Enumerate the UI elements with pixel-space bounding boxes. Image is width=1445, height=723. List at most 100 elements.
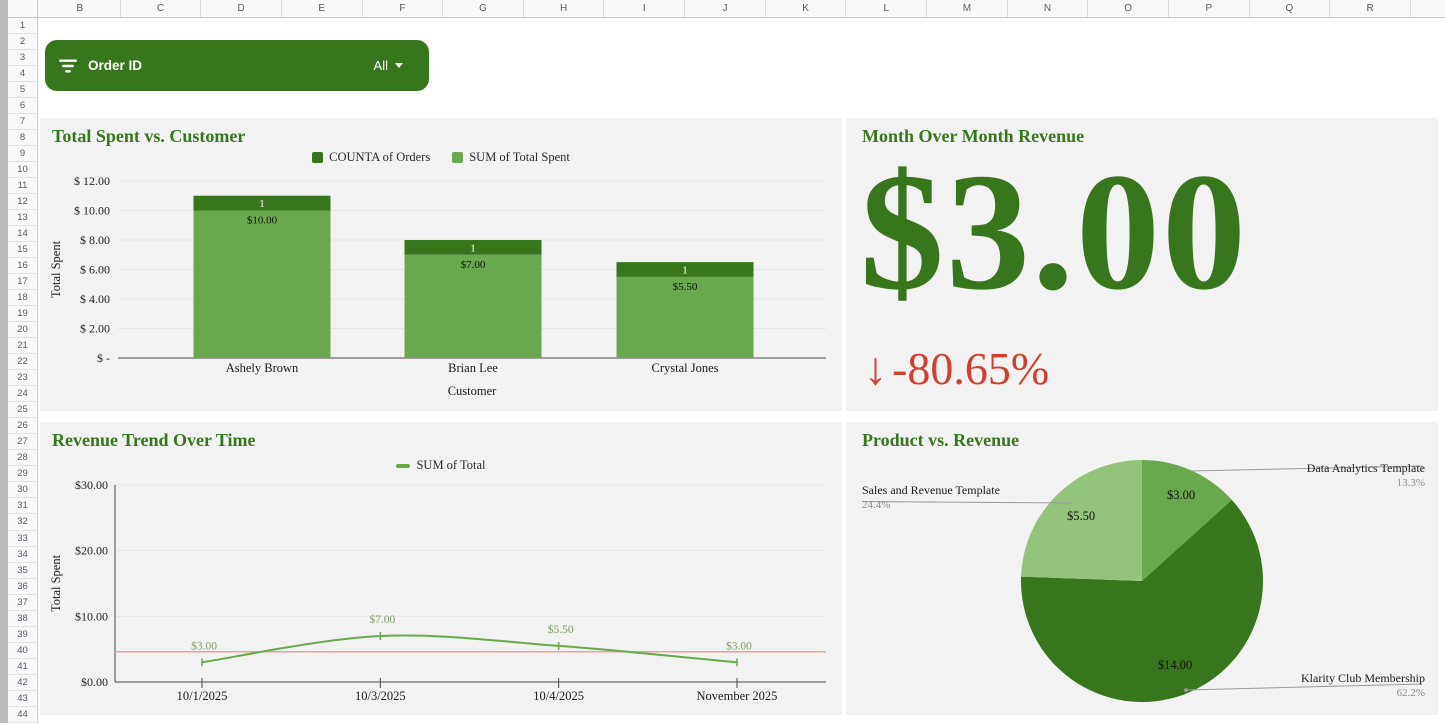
line-chart-panel[interactable]: Revenue Trend Over Time SUM of Total $30… xyxy=(40,422,842,715)
column-header-C[interactable]: C xyxy=(121,0,202,17)
row-header-40[interactable]: 40 xyxy=(8,643,37,659)
row-header-4[interactable]: 4 xyxy=(8,66,37,82)
x-tick-label: 10/3/2025 xyxy=(355,689,406,703)
pie-label-data-analytics: Data Analytics Template 13.3% xyxy=(1307,461,1425,489)
row-header-11[interactable]: 11 xyxy=(8,178,37,194)
row-header-42[interactable]: 42 xyxy=(8,675,37,691)
order-id-filter-slicer[interactable]: Order ID All xyxy=(45,40,429,91)
legend-item: COUNTA of Orders xyxy=(312,150,430,165)
pie-value-label: $5.50 xyxy=(1067,509,1095,524)
column-header-O[interactable]: O xyxy=(1088,0,1169,17)
column-header-K[interactable]: K xyxy=(766,0,847,17)
row-header-27[interactable]: 27 xyxy=(8,434,37,450)
row-header-28[interactable]: 28 xyxy=(8,450,37,466)
row-header-29[interactable]: 29 xyxy=(8,466,37,482)
y-tick-label: $ - xyxy=(97,351,110,365)
row-header-38[interactable]: 38 xyxy=(8,611,37,627)
row-header-32[interactable]: 32 xyxy=(8,514,37,530)
row-header-30[interactable]: 30 xyxy=(8,482,37,498)
legend-swatch xyxy=(396,464,410,468)
pie-chart-panel[interactable]: Product vs. Revenue Data Analytics Templ… xyxy=(846,422,1438,715)
column-header-B[interactable]: B xyxy=(40,0,121,17)
row-header-3[interactable]: 3 xyxy=(8,50,37,66)
row-header-25[interactable]: 25 xyxy=(8,402,37,418)
column-header-F[interactable]: F xyxy=(363,0,444,17)
column-header-D[interactable]: D xyxy=(201,0,282,17)
column-headers: BCDEFGHIJKLMNOPQR xyxy=(38,0,1445,18)
row-header-18[interactable]: 18 xyxy=(8,290,37,306)
row-header-2[interactable]: 2 xyxy=(8,34,37,50)
row-header-5[interactable]: 5 xyxy=(8,82,37,98)
row-header-19[interactable]: 19 xyxy=(8,306,37,322)
column-header-N[interactable]: N xyxy=(1008,0,1089,17)
row-header-31[interactable]: 31 xyxy=(8,498,37,514)
row-header-10[interactable]: 10 xyxy=(8,162,37,178)
select-all-corner[interactable] xyxy=(8,0,38,18)
y-axis-title: Total Spent xyxy=(49,240,63,298)
column-header-Q[interactable]: Q xyxy=(1250,0,1331,17)
legend-swatch xyxy=(312,152,323,163)
point-label: $7.00 xyxy=(369,613,395,626)
column-header-P[interactable]: P xyxy=(1169,0,1250,17)
bar-sum-label: $10.00 xyxy=(247,215,278,227)
column-header-E[interactable]: E xyxy=(282,0,363,17)
filter-value-dropdown[interactable]: All xyxy=(374,58,403,73)
row-header-34[interactable]: 34 xyxy=(8,547,37,563)
x-tick-label: 10/1/2025 xyxy=(177,689,228,703)
point-label: $3.00 xyxy=(191,639,217,652)
row-header-39[interactable]: 39 xyxy=(8,627,37,643)
row-header-6[interactable]: 6 xyxy=(8,98,37,114)
pie-value-label: $3.00 xyxy=(1167,488,1195,503)
scorecard-title: Month Over Month Revenue xyxy=(862,126,1084,147)
scorecard-panel[interactable]: Month Over Month Revenue $3.00 ↓ -80.65% xyxy=(846,118,1438,411)
column-header-G[interactable]: G xyxy=(443,0,524,17)
filter-field-label: Order ID xyxy=(88,58,142,73)
column-header-H[interactable]: H xyxy=(524,0,605,17)
row-header-23[interactable]: 23 xyxy=(8,370,37,386)
row-header-24[interactable]: 24 xyxy=(8,386,37,402)
row-header-20[interactable]: 20 xyxy=(8,322,37,338)
row-header-16[interactable]: 16 xyxy=(8,258,37,274)
bar-count-label: 1 xyxy=(682,265,688,277)
row-header-36[interactable]: 36 xyxy=(8,579,37,595)
x-category-label: Crystal Jones xyxy=(651,361,718,375)
bar-count-label: 1 xyxy=(259,198,265,210)
row-header-8[interactable]: 8 xyxy=(8,130,37,146)
pie-label-sales-revenue: Sales and Revenue Template 24.4% xyxy=(862,483,1000,511)
row-header-12[interactable]: 12 xyxy=(8,194,37,210)
row-header-41[interactable]: 41 xyxy=(8,659,37,675)
row-header-9[interactable]: 9 xyxy=(8,146,37,162)
column-header-J[interactable]: J xyxy=(685,0,766,17)
row-headers: 1234567891011121314151617181920212223242… xyxy=(8,18,38,723)
row-header-37[interactable]: 37 xyxy=(8,595,37,611)
bar-chart-panel[interactable]: Total Spent vs. Customer COUNTA of Order… xyxy=(40,118,842,411)
y-tick-label: $ 8.00 xyxy=(80,233,110,247)
line-chart-title: Revenue Trend Over Time xyxy=(52,430,256,451)
row-header-7[interactable]: 7 xyxy=(8,114,37,130)
y-tick-label: $0.00 xyxy=(81,675,108,689)
row-header-21[interactable]: 21 xyxy=(8,338,37,354)
column-header-R[interactable]: R xyxy=(1330,0,1411,17)
chevron-down-icon xyxy=(395,63,403,68)
column-header-L[interactable]: L xyxy=(846,0,927,17)
bar-count-label: 1 xyxy=(470,242,476,254)
point-label: $5.50 xyxy=(548,623,574,636)
row-header-43[interactable]: 43 xyxy=(8,691,37,707)
row-header-22[interactable]: 22 xyxy=(8,354,37,370)
column-header-I[interactable]: I xyxy=(604,0,685,17)
pie-slice-percent: 62.2% xyxy=(1301,687,1425,699)
row-header-35[interactable]: 35 xyxy=(8,563,37,579)
bar-chart-legend: COUNTA of Orders SUM of Total Spent xyxy=(40,150,842,165)
row-header-15[interactable]: 15 xyxy=(8,242,37,258)
row-header-26[interactable]: 26 xyxy=(8,418,37,434)
row-header-1[interactable]: 1 xyxy=(8,18,37,34)
row-header-13[interactable]: 13 xyxy=(8,210,37,226)
column-header-M[interactable]: M xyxy=(927,0,1008,17)
row-header-17[interactable]: 17 xyxy=(8,274,37,290)
row-header-44[interactable]: 44 xyxy=(8,707,37,723)
row-header-33[interactable]: 33 xyxy=(8,531,37,547)
row-header-14[interactable]: 14 xyxy=(8,226,37,242)
left-gutter xyxy=(0,0,8,723)
bar-chart-title: Total Spent vs. Customer xyxy=(52,126,245,147)
legend-label: SUM of Total Spent xyxy=(469,150,570,165)
